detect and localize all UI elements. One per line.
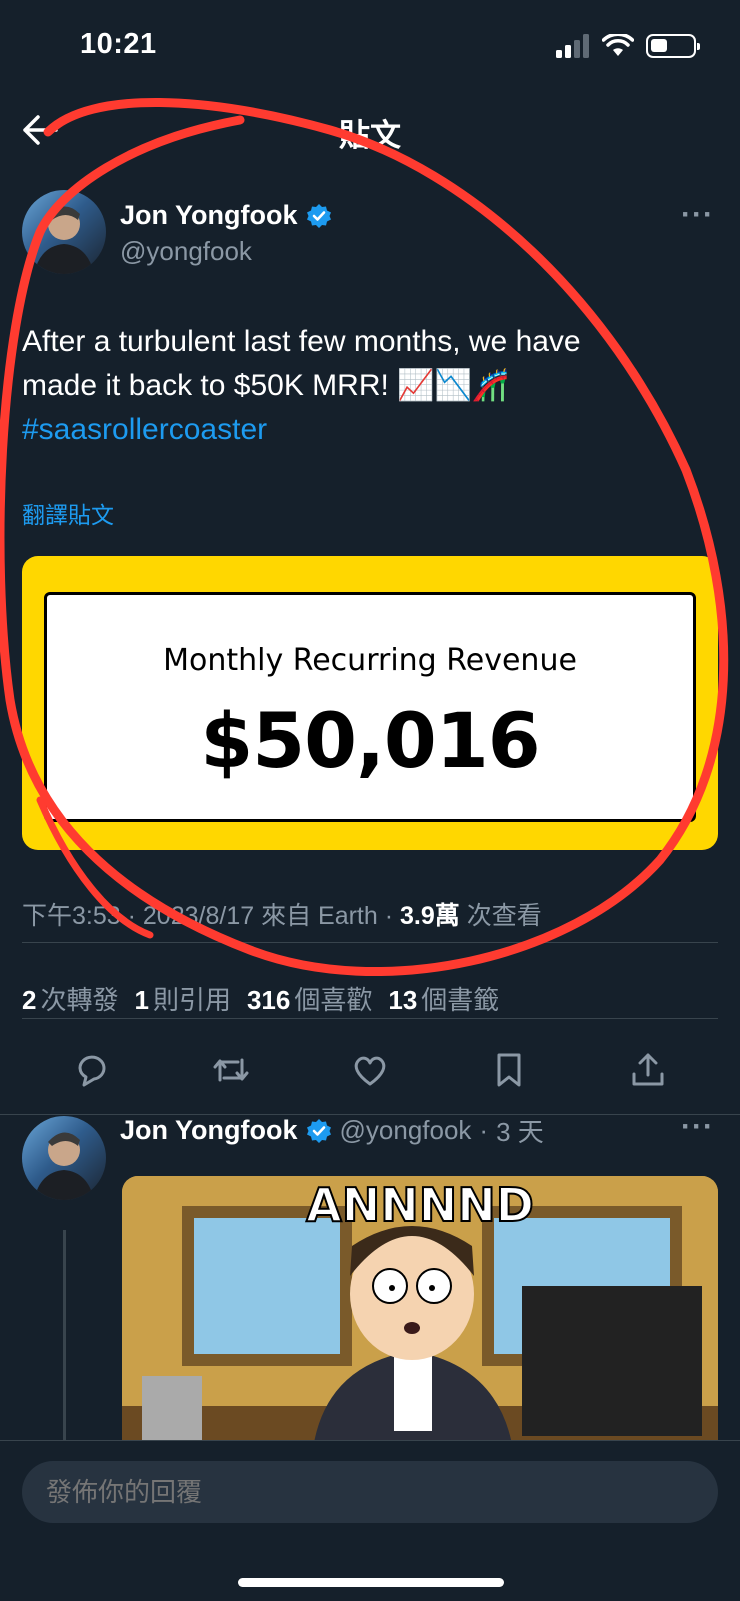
author-row: Jon Yongfook [120,200,332,231]
verified-badge-icon [306,203,331,228]
verified-badge-icon [306,1118,331,1143]
reply-icon[interactable] [72,1050,112,1090]
like-stat[interactable]: 316 個喜歡 [247,980,372,1017]
reply-composer [0,1440,740,1601]
avatar[interactable] [22,190,106,274]
view-count-label: 次查看 [466,902,542,930]
translate-link[interactable]: 翻譯貼文 [22,496,114,530]
more-options-icon[interactable]: ··· [681,198,714,232]
reply-more-options-icon[interactable]: ··· [681,1110,714,1144]
bookmark-icon[interactable] [489,1050,529,1090]
thread-line [63,1230,66,1450]
reply-author-name[interactable]: Jon Yongfook [120,1115,298,1146]
mrr-label: Monthly Recurring Revenue [163,643,577,678]
reply-age[interactable]: 3 天 [496,1112,544,1149]
tweet-text-line-1: After a turbulent last few months, we ha… [22,325,581,358]
status-icons [556,34,700,58]
reply-avatar[interactable] [22,1116,106,1200]
reply-gif[interactable]: ANNNND [122,1176,718,1456]
tweet-meta: 下午3:53 · 2023/8/17 來自 Earth · 3.9萬 次查看 [22,902,542,930]
reply-handle[interactable]: @yongfook [340,1115,472,1146]
author-handle[interactable]: @yongfook [120,236,252,267]
tweet-time[interactable]: 下午3:53 [22,902,121,930]
author-name[interactable]: Jon Yongfook [120,200,298,231]
media-image[interactable]: Monthly Recurring Revenue $50,016 [22,556,718,850]
page-title: 貼文 [339,118,401,153]
quote-stat[interactable]: 1 則引用 [134,980,230,1017]
retweet-icon[interactable] [211,1050,251,1090]
retweet-stat[interactable]: 2 次轉發 [22,980,118,1017]
tweet-date[interactable]: 2023/8/17 [143,902,254,930]
view-count: 3.9萬 [400,902,460,930]
divider [22,1018,718,1019]
bookmark-stat[interactable]: 13 個書籤 [388,980,499,1017]
hashtag-link[interactable]: #saasrollercoaster [22,408,682,452]
cellular-signal-icon [556,34,589,58]
reply-author-row: Jon Yongfook @yongfook · 3 天 [120,1112,544,1149]
gif-caption: ANNNND [305,1177,535,1233]
wifi-icon [602,34,634,56]
divider [22,942,718,943]
tweet-text-line-2: made it back to $50K MRR! 📈📉🎢 [22,369,510,402]
home-indicator [238,1578,504,1587]
mrr-card: Monthly Recurring Revenue $50,016 [44,592,696,822]
status-time: 10:21 [80,28,157,60]
like-heart-icon[interactable] [350,1050,390,1090]
mrr-value: $50,016 [200,696,540,785]
engagement-stats: 2 次轉發 1 則引用 316 個喜歡 13 個書籤 [22,980,499,1017]
tweet-text: After a turbulent last few months, we ha… [22,320,682,452]
tweet-action-bar [22,1050,718,1090]
tweet-source: 來自 Earth [261,902,378,930]
reply-input[interactable] [22,1461,718,1523]
battery-icon [646,34,700,58]
share-icon[interactable] [628,1050,668,1090]
